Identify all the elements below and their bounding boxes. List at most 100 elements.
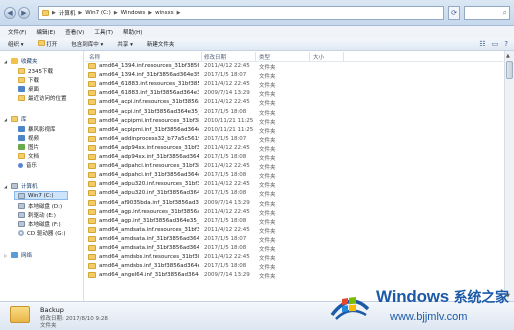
breadcrumb-computer[interactable]: 计算机 <box>59 9 76 17</box>
file-row[interactable]: amd64_af9035bda.inf_31bf3856ad364e35_6.1… <box>85 199 503 208</box>
file-row[interactable]: amd64_acpi.inf_31bf3856ad364e35_6.1.7601… <box>85 108 503 117</box>
file-row[interactable]: amd64_acpipmi.inf.resources_31bf3856ad36… <box>85 117 503 126</box>
file-type: 文件夹 <box>259 156 276 162</box>
open-button[interactable]: 打开 <box>37 40 57 48</box>
scroll-thumb[interactable] <box>506 61 513 79</box>
nav-item-drive-d[interactable]: 本地磁盘 (D:) <box>18 202 62 210</box>
forward-button[interactable]: ▶ <box>18 7 30 19</box>
menu-file[interactable]: 文件(F) <box>8 28 26 36</box>
file-row[interactable]: amd64_amdsata.inf_31bf3856ad364e35_6.1 20… <box>85 235 503 244</box>
column-type[interactable]: 类型 <box>259 53 270 61</box>
file-row[interactable]: amd64_amdsbs.inf.resources_31bf3856ad364… <box>85 253 503 262</box>
file-row[interactable]: amd64_61883.inf_31bf3856ad364e35_6.1.760… <box>85 89 503 98</box>
nav-item-recent[interactable]: 最近访问的位置 <box>18 94 67 102</box>
file-row[interactable]: amd64_1394.inf.resources_31bf3856ad364e3… <box>85 62 503 71</box>
nav-item-drive-e[interactable]: 刺驱动 (E:) <box>18 211 56 219</box>
watermark: Windows 系统之家 www.bjjmlv.com <box>328 282 514 330</box>
breadcrumb-drive[interactable]: Win7 (C:) <box>85 10 111 16</box>
file-date: 2017/1/5 18:08 <box>204 172 247 179</box>
nav-item-pictures[interactable]: 图片 <box>18 143 39 151</box>
address-field[interactable]: ▶ 计算机 ▶ Win7 (C:) ▶ Windows ▶ winsxs ▶ <box>38 6 444 20</box>
view-options-icon[interactable]: ☷ <box>479 40 485 48</box>
file-name: amd64_amdsata.inf_31bf3856ad364e35_6.1.7… <box>99 245 199 251</box>
file-row[interactable]: amd64_acpipmi.inf_31bf3856ad364e35_6.1.7… <box>85 126 503 135</box>
nav-item-documents[interactable]: 文档 <box>18 152 39 160</box>
file-row[interactable]: amd64_adp94xx.inf_31bf3856ad364e35_6.1.7… <box>85 153 503 162</box>
breadcrumb-winsxs[interactable]: winsxs <box>155 10 174 16</box>
nav-item-2345-download[interactable]: 2345下载 <box>18 67 53 75</box>
column-name[interactable]: 名称 <box>89 53 100 61</box>
file-row[interactable]: amd64_amdsata.inf.resources_31bf3856ad36… <box>85 226 503 235</box>
file-row[interactable]: amd64_agp.inf_31bf3856ad364e35_6.1.7601 2… <box>85 217 503 226</box>
file-row[interactable]: amd64_amdsata.inf_31bf3856ad364e35_6.1.7… <box>85 244 503 253</box>
nav-network[interactable]: ▷ 网络 <box>4 251 32 259</box>
network-icon <box>11 252 18 258</box>
file-row[interactable]: amd64_angel64.inf_31bf3856ad364e35_6.1.7… <box>85 271 503 280</box>
help-icon[interactable]: ? <box>504 40 508 48</box>
nav-computer[interactable]: ◢ 计算机 <box>4 182 38 190</box>
column-size[interactable]: 大小 <box>313 53 324 61</box>
column-date[interactable]: 修改日期 <box>204 53 226 61</box>
file-row[interactable]: amd64_amdsbs.inf_31bf3856ad364e35_6.1.76… <box>85 262 503 272</box>
column-divider[interactable] <box>255 52 256 61</box>
breadcrumb-windows[interactable]: Windows <box>121 10 146 16</box>
file-row[interactable]: amd64_adp94xx.inf.resources_31bf3856ad36… <box>85 144 503 153</box>
watermark-title: Windows <box>376 287 450 306</box>
folder-icon <box>88 226 96 233</box>
file-date: 2017/1/5 18:08 <box>204 263 247 270</box>
nav-item-drive-f[interactable]: 本地磁盘 (F:) <box>18 220 61 228</box>
file-row[interactable]: amd64_61883.inf.resources_31bf3856ad364e… <box>85 80 503 89</box>
scroll-up-icon[interactable]: ▲ <box>506 53 510 59</box>
folder-icon <box>88 199 96 206</box>
file-row[interactable]: amd64_adpu320.inf.resources_31bf3856ad36… <box>85 180 503 189</box>
column-divider[interactable] <box>343 52 344 61</box>
nav-libraries[interactable]: ◢ 库 <box>4 115 27 123</box>
folder-icon <box>88 108 96 115</box>
file-row[interactable]: amd64_agp.inf.resources_31bf3856ad364e35… <box>85 208 503 217</box>
column-divider[interactable] <box>309 52 310 61</box>
file-type: 文件夹 <box>259 265 276 272</box>
search-input[interactable]: ⌕ <box>464 6 510 20</box>
file-row[interactable]: amd64_adpahci.inf_31bf3856ad364e35_6.1.7… <box>85 171 503 180</box>
vertical-scrollbar[interactable]: ▲ ▼ <box>504 51 514 301</box>
column-headers: 名称 修改日期 类型 大小 <box>85 51 503 62</box>
file-row[interactable]: amd64_1394.inf_31bf3856ad364e35_6.1.7601… <box>85 71 503 80</box>
menu-help[interactable]: 帮助(H) <box>123 28 142 36</box>
watermark-title-cn: 系统之家 <box>453 289 509 305</box>
preview-pane-icon[interactable]: ▭ <box>492 40 499 48</box>
file-date: 2011/4/12 22:45 <box>204 163 250 170</box>
file-type: 文件夹 <box>259 247 276 253</box>
menu-edit[interactable]: 编辑(E) <box>36 28 55 36</box>
file-date: 2017/1/5 18:08 <box>204 154 247 160</box>
nav-item-music[interactable]: 音乐 <box>18 161 37 169</box>
nav-item-videos[interactable]: 视频 <box>18 134 39 142</box>
back-button[interactable]: ◀ <box>4 7 16 19</box>
folder-icon <box>88 144 96 151</box>
file-row[interactable]: amd64_adpu320.inf_31bf3856ad364e35_6.1.7… <box>85 189 503 198</box>
file-name: amd64_amdsbs.inf.resources_31bf3856ad364… <box>99 254 199 261</box>
nav-item-drive-g[interactable]: CD 驱动器 (G:) <box>18 229 65 237</box>
folder-icon <box>10 306 30 323</box>
organize-button[interactable]: 组织 ▾ <box>8 40 24 48</box>
menu-view[interactable]: 查看(V) <box>65 28 84 36</box>
share-button[interactable]: 共享 ▾ <box>117 40 133 48</box>
refresh-button[interactable]: ⟳ <box>448 6 460 20</box>
include-in-library-button[interactable]: 包含到库中 ▾ <box>71 40 103 48</box>
folder-icon <box>88 172 96 179</box>
menu-tools[interactable]: 工具(T) <box>94 28 113 36</box>
file-row[interactable]: amd64_acpi.inf.resources_31bf3856ad364e3… <box>85 98 503 107</box>
new-folder-button[interactable]: 新建文件夹 <box>147 40 175 48</box>
nav-item-desktop[interactable]: 桌面 <box>18 85 39 93</box>
video-library-icon <box>18 126 25 132</box>
file-row[interactable]: amd64_addinprocess32_b77a5c561934e089 201… <box>85 135 503 144</box>
recent-places-icon <box>18 95 25 101</box>
file-type: 文件夹 <box>259 165 276 172</box>
nav-favorites[interactable]: ◢ 收藏夹 <box>4 57 38 65</box>
column-divider[interactable] <box>201 52 202 61</box>
folder-icon <box>88 254 96 261</box>
folder-icon <box>88 90 96 97</box>
nav-item-downloads[interactable]: 下载 <box>18 76 39 84</box>
file-row[interactable]: amd64_adpahci.inf.resources_31bf3856ad36… <box>85 162 503 172</box>
nav-item-baofeng[interactable]: 暴风影视库 <box>18 125 56 133</box>
nav-item-drive-c[interactable]: Win7 (C:) <box>14 191 68 200</box>
